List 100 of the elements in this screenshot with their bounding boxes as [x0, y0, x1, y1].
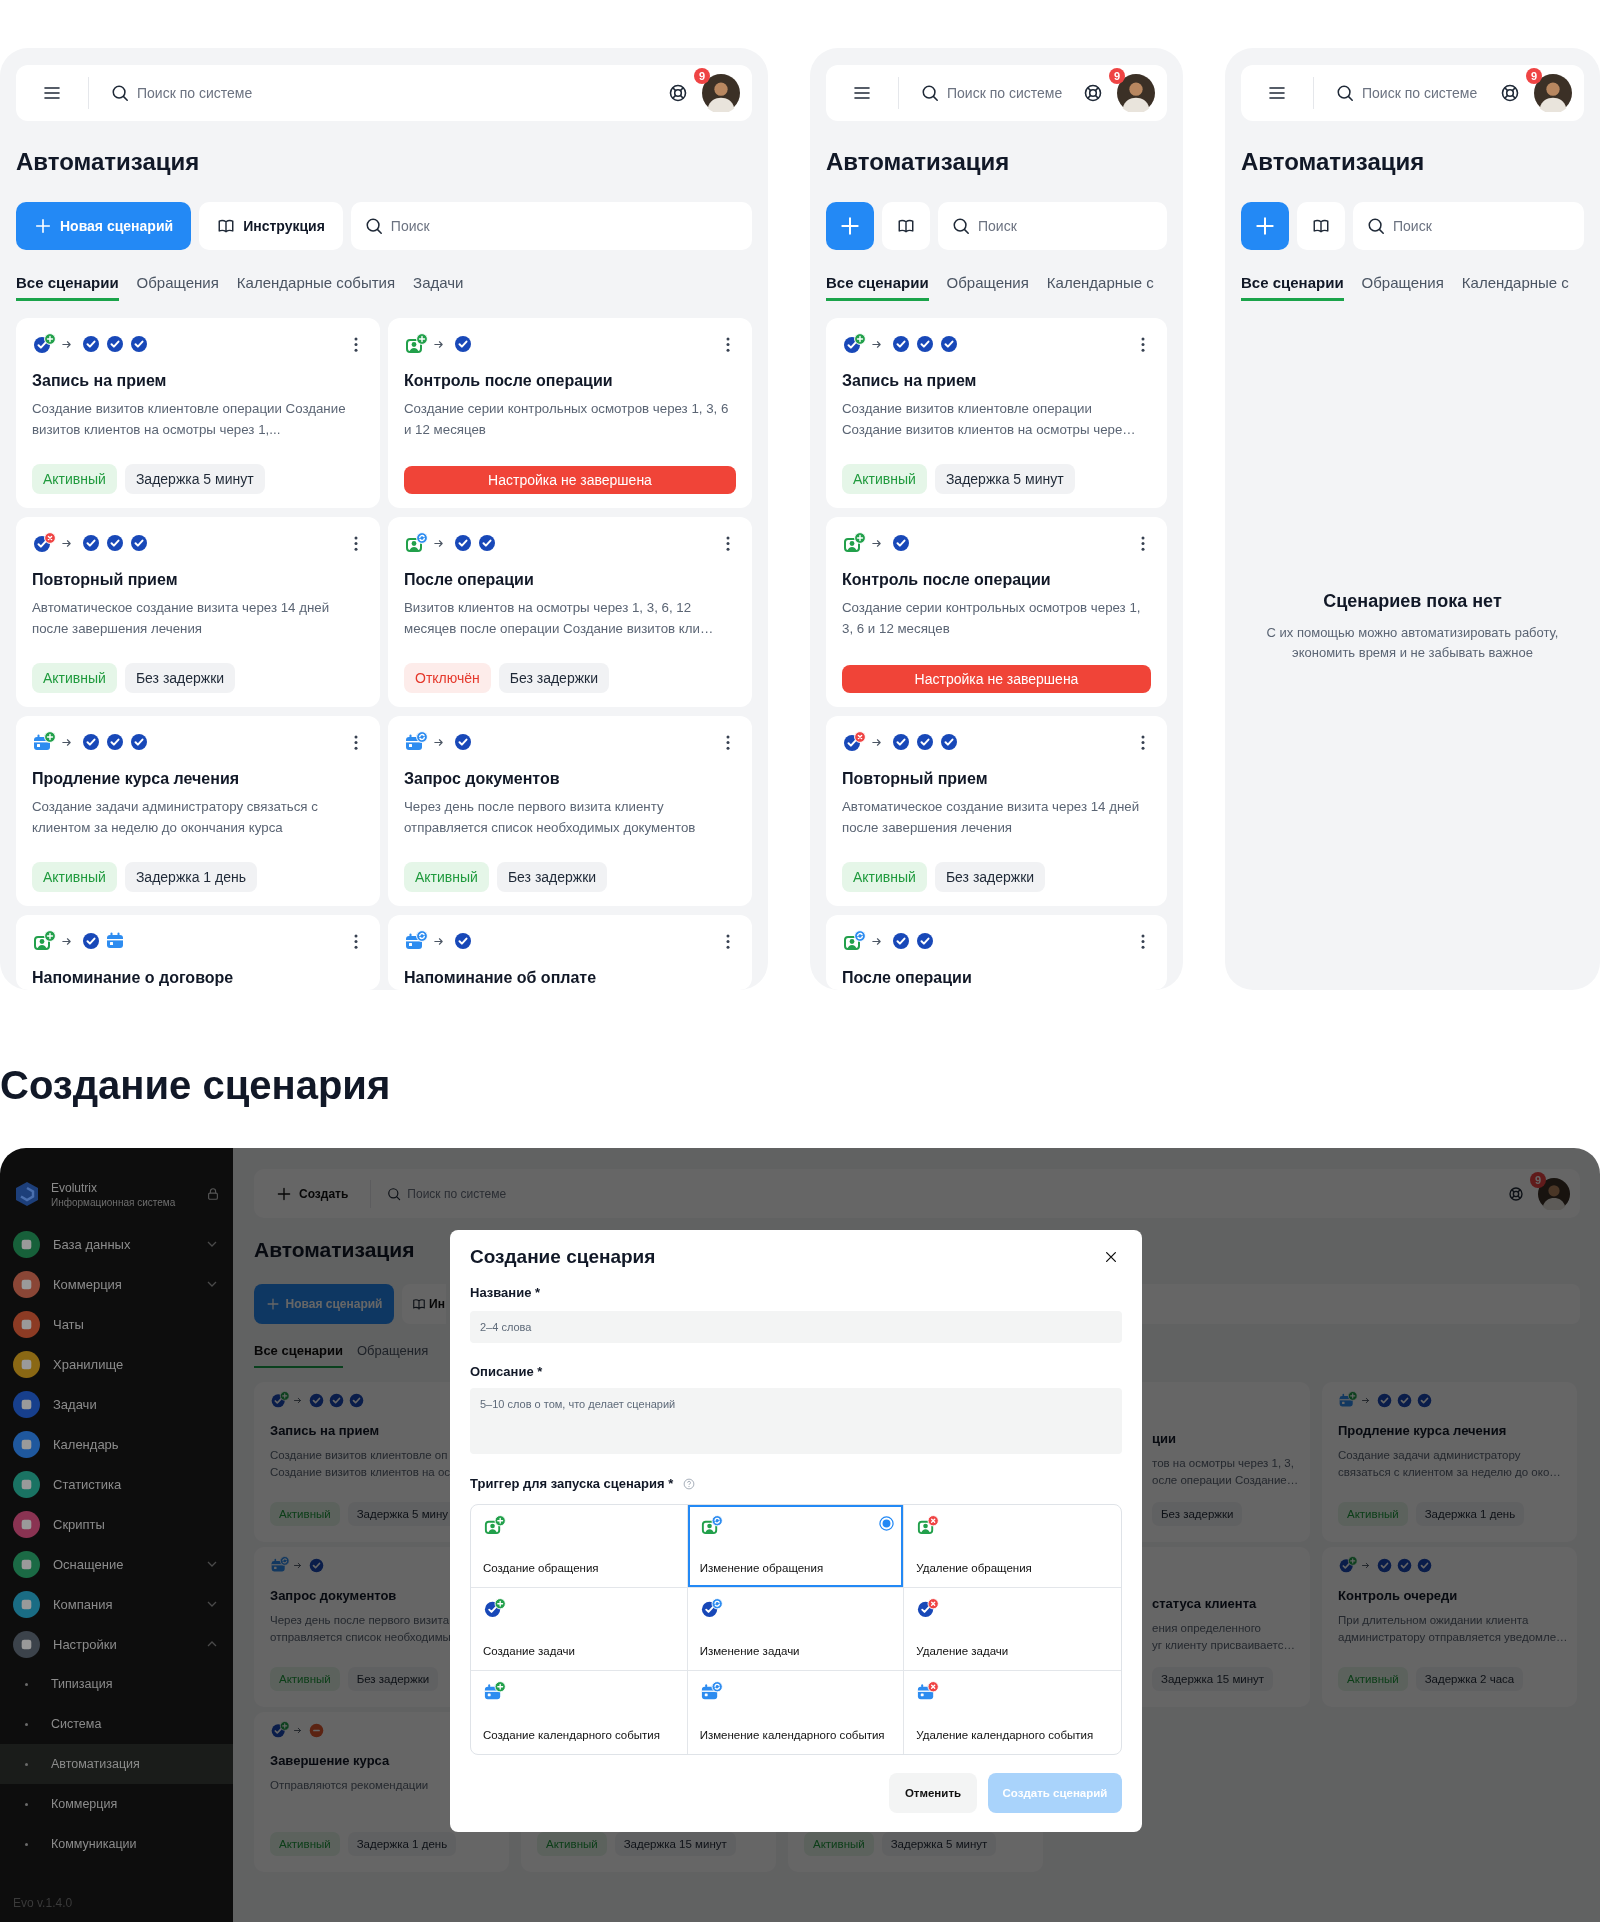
check-circle-icon — [105, 533, 125, 553]
more-icon[interactable] — [726, 535, 730, 551]
tab[interactable]: Обращения — [136, 267, 219, 301]
help-icon[interactable] — [1083, 83, 1103, 103]
help-icon[interactable] — [1500, 83, 1520, 103]
new-scenario-button[interactable] — [826, 202, 874, 250]
tab[interactable]: Обращения — [1361, 267, 1444, 301]
more-icon[interactable] — [354, 336, 358, 352]
help-icon[interactable] — [668, 83, 688, 103]
more-icon[interactable] — [1141, 336, 1145, 352]
trigger-option[interactable]: Создание задачи — [471, 1588, 688, 1671]
guide-button[interactable]: Ин — [402, 1284, 446, 1324]
trigger-option[interactable]: Создание обращения — [471, 1505, 688, 1588]
tab[interactable]: Календарные с — [1046, 267, 1154, 301]
nav-subitem[interactable]: Система — [0, 1704, 233, 1744]
nav-item[interactable]: Настройки — [13, 1624, 220, 1664]
nav-subitem[interactable]: Коммерция — [0, 1784, 233, 1824]
check-circle-sync-icon — [699, 1598, 723, 1619]
tab[interactable]: Календарные с — [1461, 267, 1569, 301]
nav-subitem[interactable]: Коммуникации — [0, 1824, 233, 1864]
more-icon[interactable] — [726, 336, 730, 352]
nav-item[interactable]: Статистика — [13, 1464, 220, 1504]
more-icon[interactable] — [1141, 535, 1145, 551]
tab[interactable]: Все сценарии — [254, 1336, 343, 1368]
nav-item[interactable]: Календарь — [13, 1424, 220, 1464]
field-label: Название * — [470, 1285, 542, 1301]
guide-button[interactable] — [1297, 202, 1345, 250]
book-icon — [217, 217, 236, 235]
trigger-option[interactable]: Изменение обращения — [687, 1505, 905, 1588]
nav-item[interactable]: Коммерция — [13, 1264, 220, 1304]
search-field[interactable]: Поиск — [1353, 202, 1584, 250]
scenario-card[interactable]: Повторный прием Автоматическое создание визита через 14 дней после завершения лечения Активный Без задержки — [826, 716, 1167, 906]
app-icon — [13, 1310, 40, 1338]
tab[interactable]: Календарные события — [236, 267, 396, 301]
more-icon[interactable] — [354, 933, 358, 949]
calendar-sync-icon — [699, 1681, 723, 1702]
new-scenario-button[interactable] — [1241, 202, 1289, 250]
nav-item[interactable]: Компания — [13, 1584, 220, 1624]
trigger-option[interactable]: Удаление обращения — [904, 1505, 1121, 1588]
tab[interactable]: Задачи — [413, 267, 464, 301]
search-field[interactable]: Поиск по системе — [921, 84, 1083, 102]
app-icon — [13, 1630, 40, 1658]
nav-item[interactable]: База данных — [13, 1224, 220, 1264]
trigger-option[interactable]: Изменение календарного события — [687, 1671, 905, 1754]
cancel-button[interactable]: Отменить — [889, 1773, 977, 1813]
card-description: Создание серии контрольных осмотров через 1, 3, 6 и 12 месяцев — [404, 400, 730, 439]
guide-button[interactable]: Инструкция — [199, 202, 343, 250]
notification-badge: 9 — [694, 68, 710, 84]
tab[interactable]: Все сценарии — [1241, 267, 1344, 301]
search-field[interactable]: Поиск по системе — [1336, 84, 1500, 102]
tab[interactable]: Обращения — [946, 267, 1029, 301]
nav-item[interactable]: Хранилище — [13, 1344, 220, 1384]
more-icon[interactable] — [726, 734, 730, 750]
nav-subitem[interactable]: Автоматизация — [0, 1744, 233, 1784]
search-field[interactable]: Поиск по системе — [111, 84, 668, 102]
new-scenario-button[interactable]: Новая сценарий — [16, 202, 192, 250]
scenario-card[interactable]: Контроль после операции Создание серии контрольных осмотров через 1, 3, 6 и 12 месяцев Настройка не завершена — [388, 318, 752, 508]
trigger-option[interactable]: Создание календарного события — [471, 1671, 688, 1754]
scenario-card[interactable]: Контроль очереди При длительном ожидании клиента администратору отправляется уведомле… Активный Задержка 2 часа — [1322, 1547, 1577, 1707]
scenario-card[interactable]: Напоминание о договоре — [16, 915, 380, 990]
status-tag: Активный — [804, 1832, 874, 1856]
delay-tag: Без задержки — [496, 862, 608, 892]
app-icon — [13, 1390, 40, 1418]
scenario-card[interactable]: Продление курса лечения Создание задачи администратору связаться с клиентом за неделю до окончания курса Активный Задержка 1 день — [16, 716, 380, 906]
scenario-card[interactable]: Контроль после операции Создание серии контрольных осмотров через 1, 3, 6 и 12 месяцев Настройка не завершена — [826, 517, 1167, 707]
lock-icon[interactable] — [206, 1187, 220, 1201]
scenario-card[interactable]: После операции Визитов клиентов на осмотры через 1, 3, 6, 12 месяцев после операции Создание визитов кли… Отключён Без задержки — [388, 517, 752, 707]
more-icon[interactable] — [1141, 734, 1145, 750]
guide-button[interactable] — [882, 202, 930, 250]
create-button[interactable]: Создать — [276, 1185, 349, 1202]
more-icon[interactable] — [354, 734, 358, 750]
tab[interactable]: Все сценарии — [826, 267, 929, 301]
scenario-card[interactable]: Запрос документов Через день после первого визита клиенту отправляется список необходимых документов Активный Без задержки — [388, 716, 752, 906]
arrow-icon — [433, 537, 444, 549]
more-icon[interactable] — [1141, 933, 1145, 949]
search-field[interactable]: Поиск — [938, 202, 1167, 250]
close-icon[interactable] — [1104, 1250, 1118, 1264]
name-field[interactable]: 2–4 слова — [470, 1311, 1122, 1343]
description-field[interactable]: 5–10 слов о том, что делает сценарий — [470, 1388, 1122, 1454]
scenario-card[interactable]: Продление курса лечения Создание задачи администратору связаться с клиентом за неделю до око… Активный Задержка 1 день — [1322, 1382, 1577, 1542]
nav-subitem[interactable]: Типизация — [0, 1664, 233, 1704]
scenario-card[interactable]: Запись на прием Создание визитов клиентовле операции Создание визитов клиентов на осмотры через 1,... Активный Задержка 5 минут — [16, 318, 380, 508]
trigger-option[interactable]: Изменение задачи — [687, 1588, 905, 1671]
nav-item[interactable]: Чаты — [13, 1304, 220, 1344]
card-description: Автоматическое создание визита через 14 дней после завершения лечения — [32, 599, 331, 638]
scenario-card[interactable]: Запись на прием Создание визитов клиентовле операции Создание визитов клиентов на осмотры чере… Активный Задержка 5 минут — [826, 318, 1167, 508]
search-field[interactable]: Поиск — [350, 202, 752, 250]
nav-item[interactable]: Задачи — [13, 1384, 220, 1424]
scenario-card[interactable]: Повторный прием Автоматическое создание визита через 14 дней после завершения лечения Активный Без задержки — [16, 517, 380, 707]
tab[interactable]: Все сценарии — [16, 267, 119, 301]
scenario-card[interactable]: После операции — [826, 915, 1167, 990]
nav-item[interactable]: Скрипты — [13, 1504, 220, 1544]
check-circle-icon — [327, 1391, 345, 1409]
trigger-option[interactable]: Удаление задачи — [904, 1588, 1121, 1671]
check-circle-icon — [891, 533, 911, 553]
scenario-card[interactable]: Напоминание об оплате — [388, 915, 752, 990]
more-icon[interactable] — [726, 933, 730, 949]
arrow-icon — [292, 1395, 302, 1405]
more-icon[interactable] — [354, 535, 358, 551]
nav-item[interactable]: Оснащение — [13, 1544, 220, 1584]
